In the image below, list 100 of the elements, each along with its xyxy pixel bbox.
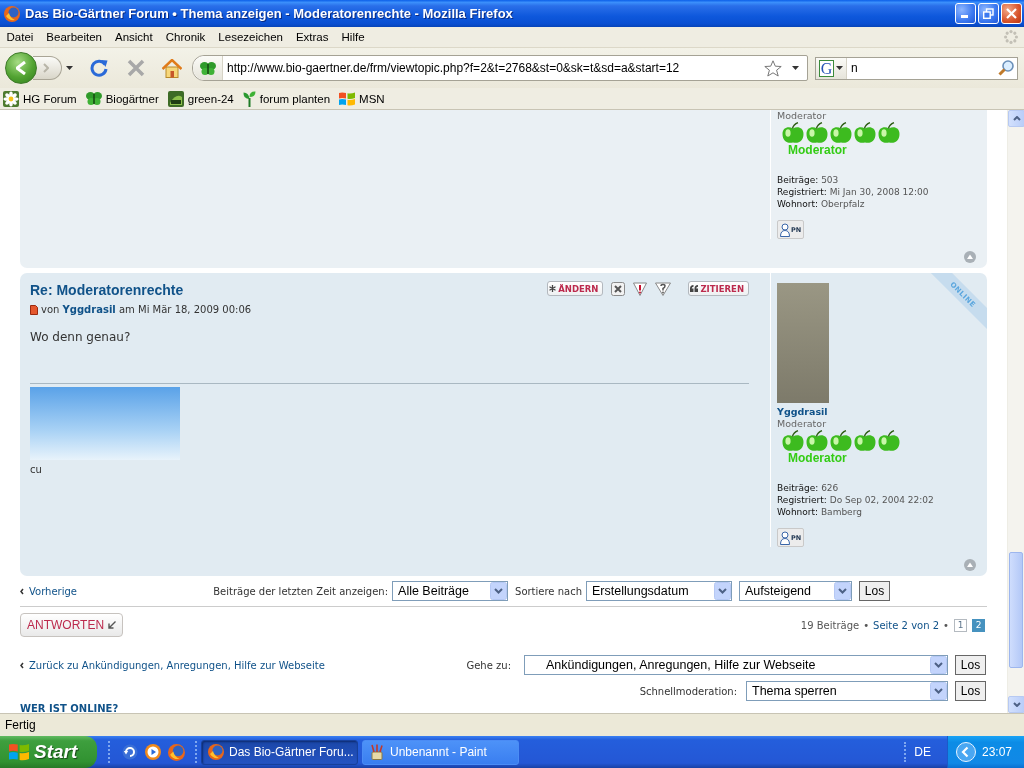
delete-x-icon[interactable]: [611, 281, 626, 296]
sort-direction-select[interactable]: Aufsteigend: [739, 581, 852, 601]
circular-arrow-icon[interactable]: [122, 744, 138, 760]
bookmark-item[interactable]: HG Forum: [3, 90, 79, 107]
profile-detail: Registriert: Mi Jan 30, 2008 12:00: [777, 186, 929, 198]
close-button[interactable]: [1001, 3, 1022, 24]
menu-item[interactable]: Hilfe: [335, 27, 372, 47]
rank-text: Moderator: [777, 110, 827, 121]
apple-icon: [878, 430, 900, 452]
back-to-forum-link[interactable]: Zurück zu Ankündigungen, Anregungen, Hilfe zur Webseite: [20, 659, 325, 671]
time-filter-select[interactable]: Alle Beiträge: [392, 581, 509, 601]
profile-detail: Wohnort: Bamberg: [777, 506, 862, 518]
page-number[interactable]: 1: [954, 618, 967, 632]
section-heading: WER IST ONLINE?: [20, 703, 119, 713]
document-icon: [30, 305, 38, 315]
scroll-up-button[interactable]: [1008, 110, 1024, 127]
leaf-tile-icon: [167, 90, 184, 107]
username-link[interactable]: Yggdrasil: [777, 406, 828, 418]
scrollbar[interactable]: [1007, 110, 1024, 713]
minimize-button[interactable]: [955, 3, 976, 24]
chevron-left-icon: [20, 587, 24, 595]
menu-item[interactable]: Datei: [0, 27, 40, 47]
globe-icon: [4, 5, 20, 22]
url-dropdown-button[interactable]: [792, 66, 799, 70]
post-title: Re: Moderatorenrechte: [30, 282, 184, 298]
restore-button[interactable]: [978, 3, 999, 24]
profile-detail: Beiträge: 503: [777, 174, 839, 186]
apple-icon: [806, 430, 828, 452]
globe-icon: [168, 743, 185, 761]
play-icon[interactable]: [145, 744, 161, 760]
start-button[interactable]: Start: [0, 736, 97, 768]
bookmark-star-icon[interactable]: [764, 59, 782, 77]
sort-label: Sortiere nach: [515, 585, 582, 597]
windows-flag-icon: [339, 90, 356, 107]
status-text: Fertig: [5, 718, 36, 732]
person-icon: [780, 530, 790, 545]
flower-icon: [3, 90, 19, 107]
sort-submit-button[interactable]: Los: [859, 581, 890, 601]
reply-button[interactable]: ANTWORTEN: [20, 613, 124, 637]
previous-topic-link[interactable]: Vorherige: [20, 585, 77, 597]
jump-submit-button[interactable]: Los: [955, 655, 986, 675]
history-dropdown-button[interactable]: [66, 66, 73, 70]
menu-item[interactable]: Extras: [289, 27, 335, 47]
apple-icon: [854, 430, 876, 452]
caret-icon: [66, 66, 73, 70]
quote-mark-icon: [690, 285, 699, 292]
menu-item[interactable]: Lesezeichen: [211, 27, 290, 47]
post-byline: von Yggdrasil am Mi Mär 18, 2009 00:06: [41, 304, 252, 316]
profile-detail: Beiträge: 626: [777, 482, 839, 494]
rank-title: Moderator: [788, 144, 847, 157]
sort-key-select[interactable]: Erstellungsdatum: [586, 581, 732, 601]
sprout-icon: [242, 90, 256, 107]
taskbar-button[interactable]: Das Bio-Gärtner Foru...: [201, 739, 358, 765]
author-link[interactable]: Yggdrasil: [62, 304, 116, 315]
bookmark-item[interactable]: green-24: [167, 90, 236, 107]
forward-button[interactable]: [33, 56, 62, 80]
menu-item[interactable]: Chronik: [159, 27, 212, 47]
bookmark-item[interactable]: Biogärtner: [85, 92, 161, 105]
home-button[interactable]: [162, 58, 182, 78]
search-icon[interactable]: [998, 60, 1014, 76]
chevron-up-icon: [1012, 116, 1021, 121]
filter-label: Beiträge der letzten Zeit anzeigen:: [213, 585, 389, 597]
site-identity-button[interactable]: [193, 56, 223, 80]
reload-icon: [90, 59, 108, 77]
menu-item[interactable]: Ansicht: [108, 27, 160, 47]
apple-icon: [782, 430, 804, 452]
menu-item[interactable]: Bearbeiten: [39, 27, 109, 47]
scroll-down-button[interactable]: [1008, 696, 1024, 713]
scroll-thumb[interactable]: [1009, 552, 1023, 668]
reload-button[interactable]: [90, 59, 108, 77]
bookmark-item[interactable]: forum planten: [242, 90, 333, 107]
separator-text: •: [863, 619, 870, 631]
restore-icon: [983, 8, 994, 19]
language-indicator[interactable]: DE: [904, 742, 931, 762]
moderation-select[interactable]: Thema sperren: [746, 681, 948, 701]
person-icon: [780, 222, 790, 237]
quote-button[interactable]: ZITIEREN: [688, 281, 749, 296]
edit-button[interactable]: ÄNDERN: [547, 281, 604, 296]
search-engine-button[interactable]: G: [816, 57, 847, 79]
clock: 23:07: [981, 745, 1012, 759]
back-button[interactable]: [5, 52, 37, 84]
stop-icon: [127, 59, 145, 77]
forum-jump-select[interactable]: Ankündigungen, Anregungen, Hilfe zur Webseite: [524, 655, 948, 675]
url-field[interactable]: http://www.bio-gaertner.de/frm/viewtopic.php?f=2&t=2768&st=0&sk=t&sd=a&start=12: [192, 55, 808, 81]
page-info-link[interactable]: Seite 2 von 2: [873, 619, 940, 631]
separator-text: •: [943, 619, 949, 631]
asterisk-icon: [549, 285, 557, 292]
moderation-submit-button[interactable]: Los: [955, 681, 986, 701]
signature-text: cu: [30, 464, 42, 476]
windows-flag-icon: [9, 742, 29, 762]
apple-icon: [830, 430, 852, 452]
question-triangle-icon[interactable]: [655, 281, 672, 296]
exclamation-triangle-icon[interactable]: [633, 281, 648, 296]
search-field[interactable]: G n: [815, 56, 1018, 80]
bookmark-item[interactable]: MSN: [339, 90, 387, 107]
rank-title: Moderator: [788, 452, 847, 465]
apple-icon: [806, 122, 828, 144]
paint-brushes-icon: [369, 744, 385, 760]
caret-icon: [792, 66, 799, 70]
post-count: 19 Beiträge: [800, 619, 860, 631]
